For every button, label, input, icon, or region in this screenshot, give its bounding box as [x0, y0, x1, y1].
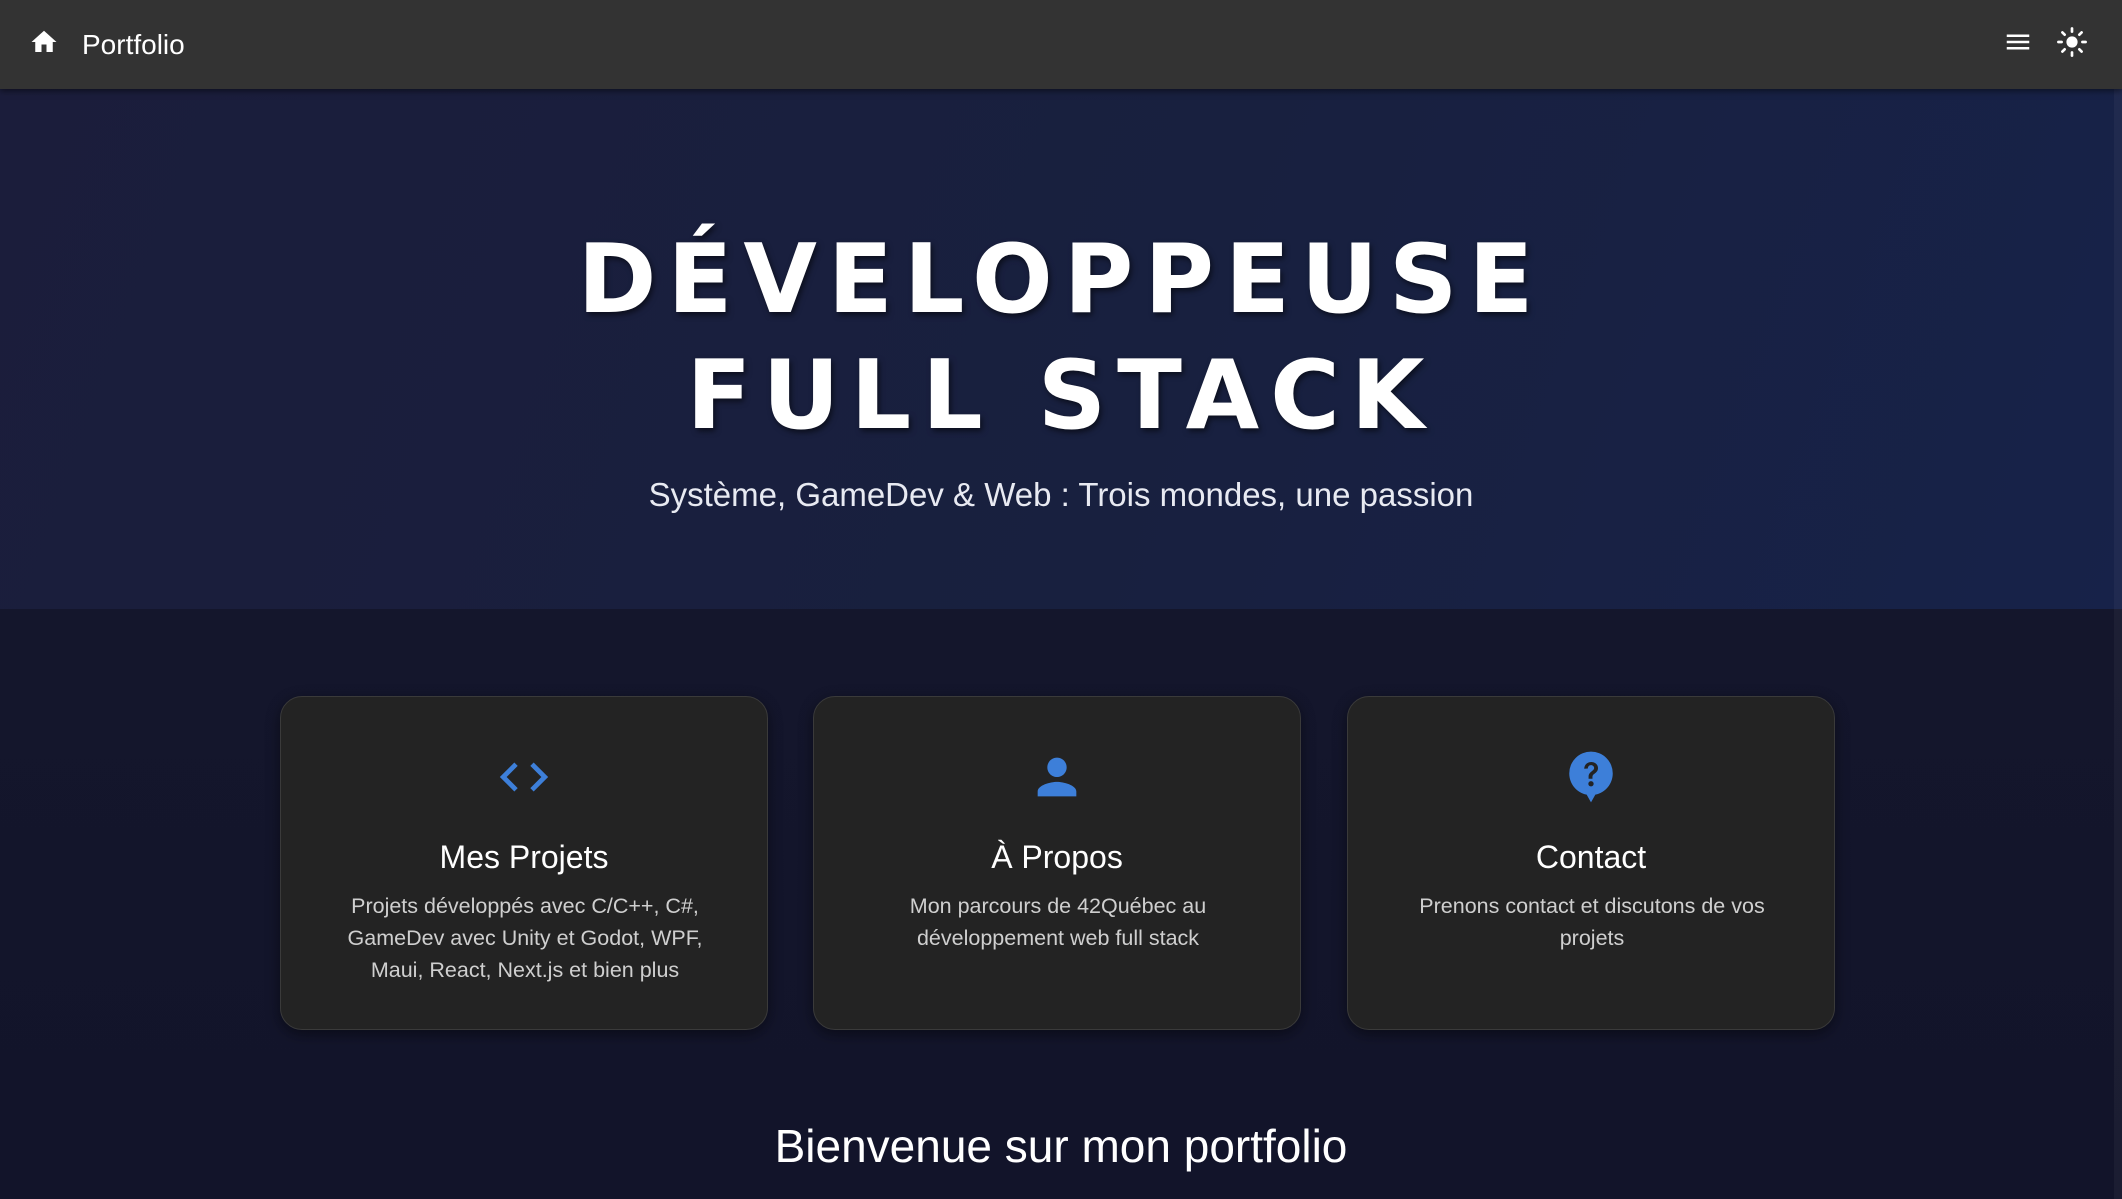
card-title: Contact: [1535, 839, 1647, 875]
card-description: Prenons contact et discutons de vos proj…: [1419, 894, 1765, 950]
card-projects[interactable]: Mes Projets Projets développés avec C/C+…: [280, 696, 768, 1030]
sun-icon: [2056, 26, 2088, 63]
card-description: Projets développés avec C/C++, C#, GameD…: [347, 894, 703, 982]
card-contact[interactable]: Contact Prenons contact et discutons de …: [1347, 696, 1835, 1030]
card-description: Mon parcours de 42Québec au développemen…: [909, 894, 1207, 950]
card-title: Mes Projets: [439, 839, 609, 875]
hero-title-line-1: DÉVELOPPEUSE: [577, 225, 1545, 335]
help-bubble-icon: [1562, 748, 1620, 811]
home-icon: [29, 27, 59, 62]
brand-title[interactable]: Portfolio: [82, 27, 185, 63]
hero-subtitle: Système, GameDev & Web : Trois mondes, u…: [648, 476, 1474, 513]
card-title: À Propos: [991, 839, 1123, 875]
hero-title-line-2: FULL STACK: [686, 341, 1436, 451]
hamburger-menu-icon: [2003, 27, 2033, 62]
hero-title: DÉVELOPPEUSE FULL STACK: [0, 222, 2122, 454]
app-bar: Portfolio: [0, 0, 2122, 89]
person-icon: [1028, 748, 1086, 811]
menu-button[interactable]: [1998, 24, 2038, 64]
page-scrollbar[interactable]: [2114, 89, 2122, 1199]
hero-section: DÉVELOPPEUSE FULL STACK Système, GameDev…: [0, 89, 2122, 609]
theme-toggle-button[interactable]: [2052, 24, 2092, 64]
home-button[interactable]: [24, 24, 64, 64]
welcome-heading: Bienvenue sur mon portfolio: [774, 1120, 1348, 1172]
code-icon: [495, 748, 553, 811]
card-about[interactable]: À Propos Mon parcours de 42Québec au dév…: [813, 696, 1301, 1030]
